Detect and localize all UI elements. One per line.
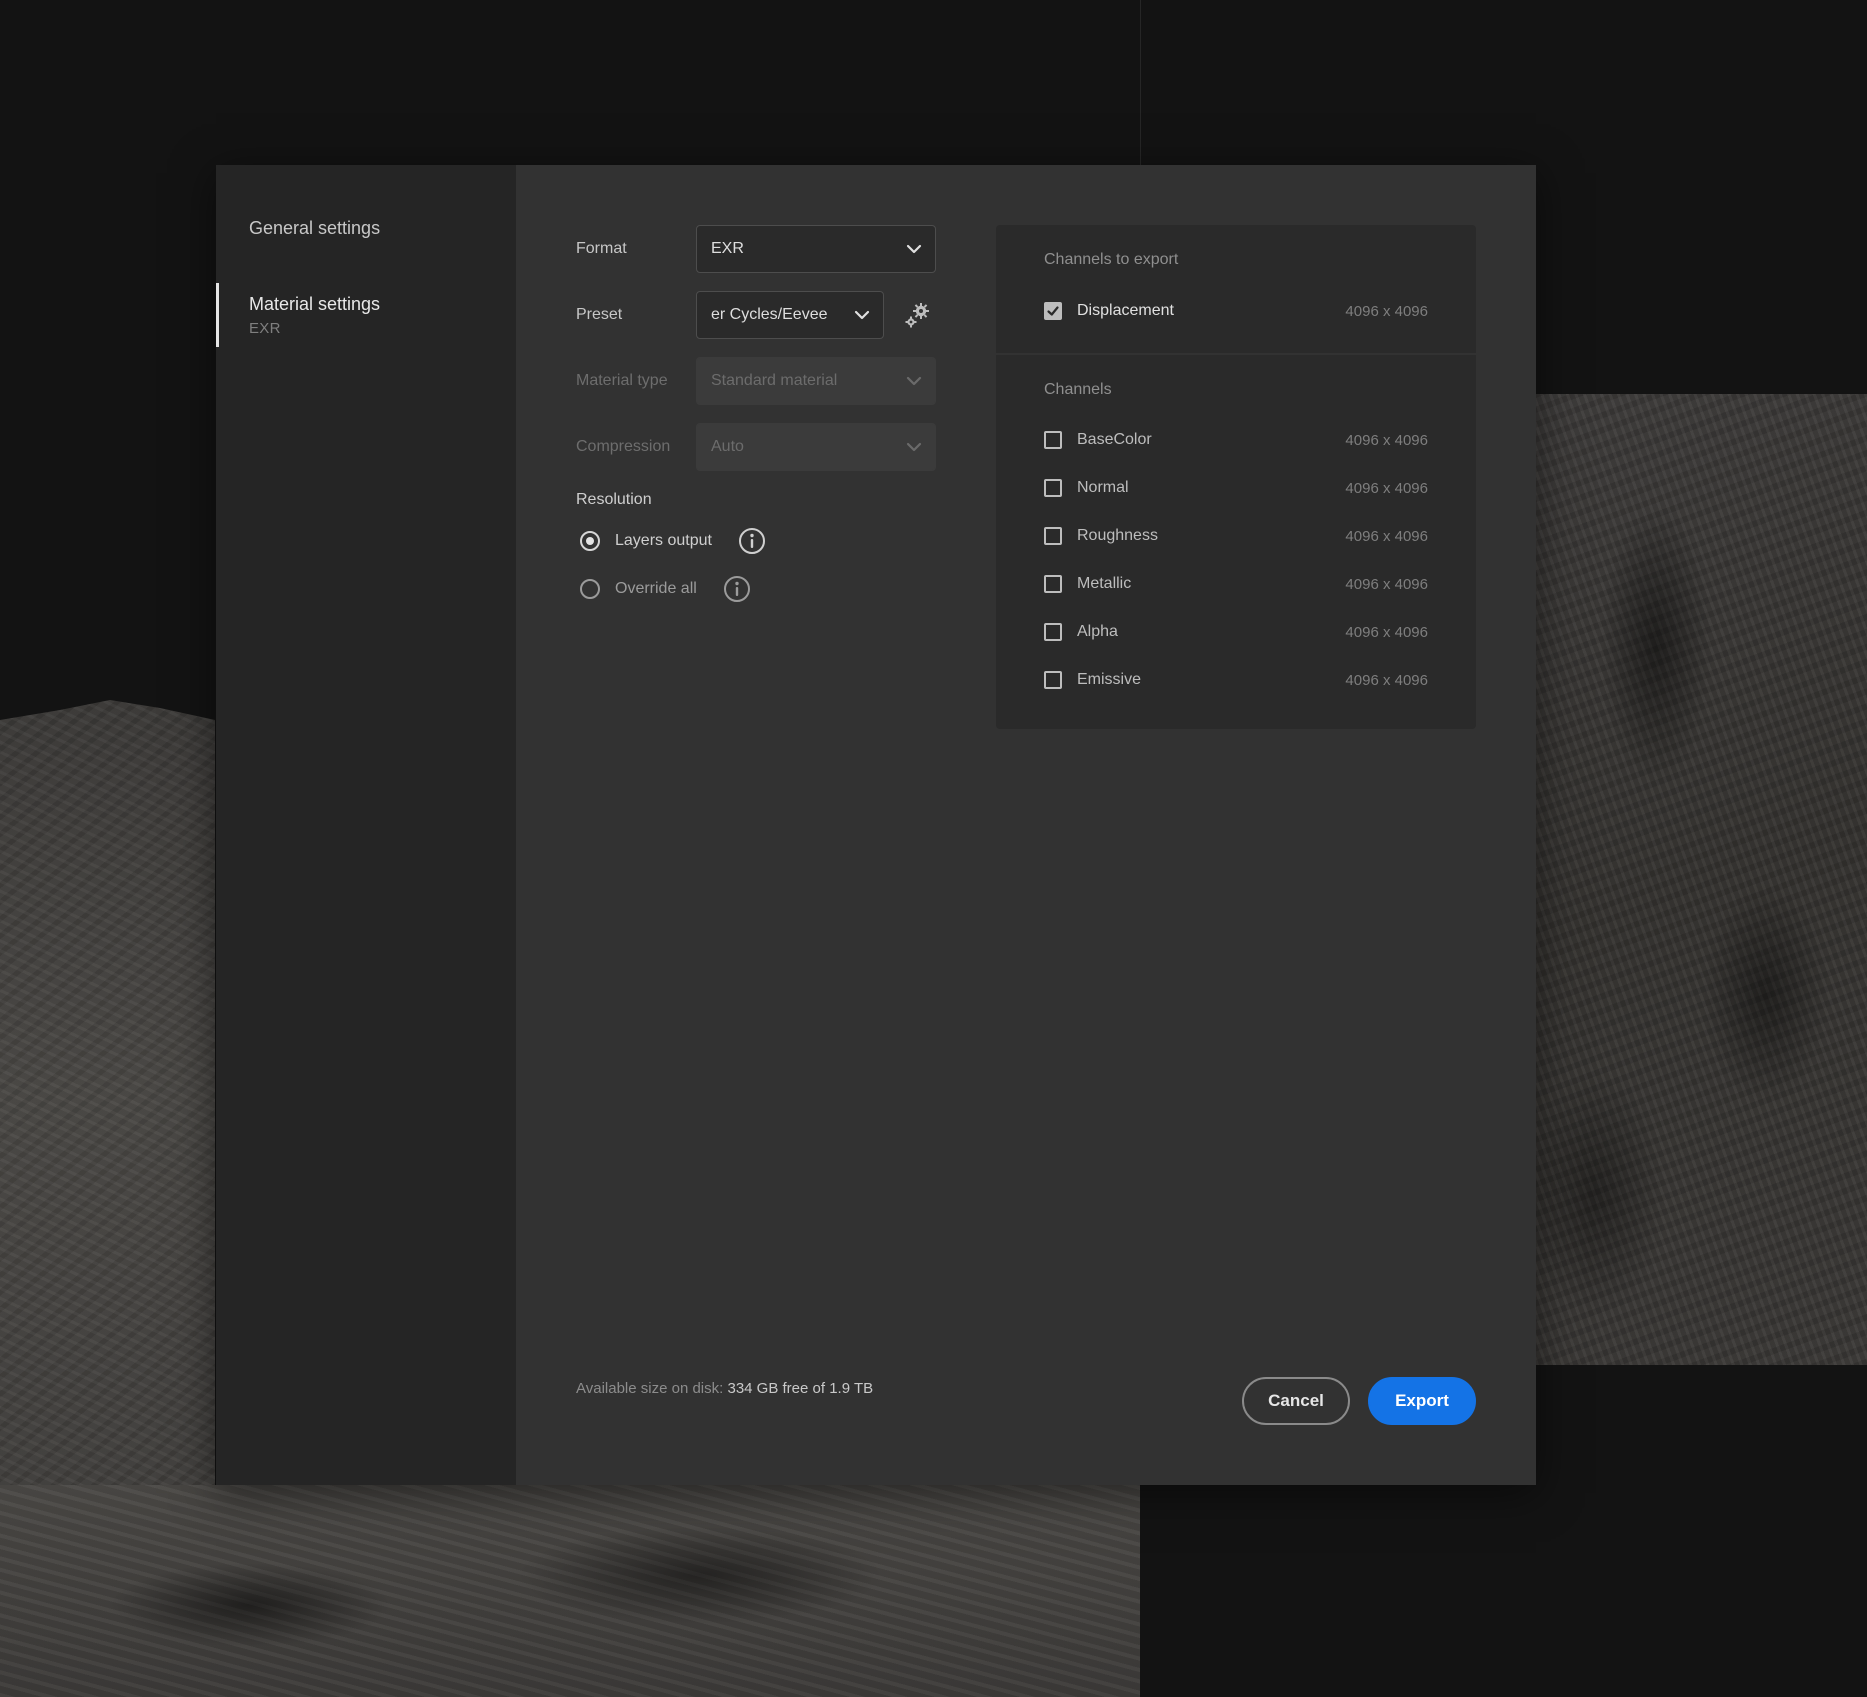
channel-name: Normal bbox=[1077, 479, 1129, 496]
channel-left: Normal bbox=[1044, 479, 1129, 497]
channel-name: Displacement bbox=[1077, 302, 1174, 319]
channel-left: Alpha bbox=[1044, 623, 1118, 641]
cancel-button[interactable]: Cancel bbox=[1242, 1377, 1350, 1425]
chevron-down-icon bbox=[906, 442, 922, 452]
disk-space-label: Available size on disk: bbox=[576, 1380, 724, 1397]
channel-name: BaseColor bbox=[1077, 431, 1152, 448]
channel-resolution: 4096 x 4096 bbox=[1345, 623, 1428, 641]
channel-row-basecolor[interactable]: BaseColor 4096 x 4096 bbox=[1044, 416, 1428, 464]
chevron-down-icon bbox=[906, 376, 922, 386]
channel-checkbox[interactable] bbox=[1044, 527, 1062, 545]
material-type-row: Material type Standard material bbox=[576, 357, 936, 405]
channel-checkbox[interactable] bbox=[1044, 479, 1062, 497]
radio-button[interactable] bbox=[580, 531, 600, 551]
check-icon bbox=[1047, 306, 1059, 316]
channel-checkbox[interactable] bbox=[1044, 623, 1062, 641]
radio-layers-output[interactable]: Layers output bbox=[580, 526, 766, 556]
preset-row: Preset er Cycles/Eevee bbox=[576, 291, 936, 339]
compression-value: Auto bbox=[711, 438, 744, 455]
format-label: Format bbox=[576, 240, 627, 257]
settings-sidebar: General settings Material settings EXR bbox=[216, 165, 516, 1485]
channel-checkbox[interactable] bbox=[1044, 575, 1062, 593]
sidebar-item-material-settings[interactable]: Material settings EXR bbox=[216, 283, 516, 347]
disk-space-info: Available size on disk: 334 GB free of 1… bbox=[576, 1380, 873, 1397]
channel-name: Roughness bbox=[1077, 527, 1158, 544]
channel-name: Metallic bbox=[1077, 575, 1132, 592]
panel-divider bbox=[1140, 0, 1141, 170]
channel-resolution: 4096 x 4096 bbox=[1345, 575, 1428, 593]
channels-section: Channels BaseColor 4096 x 4096 Normal 40… bbox=[996, 355, 1476, 704]
channel-checkbox[interactable] bbox=[1044, 302, 1062, 320]
settings-main: Format EXR Preset er Cycles/Eevee Materi… bbox=[516, 165, 1536, 1485]
channel-resolution: 4096 x 4096 bbox=[1345, 302, 1428, 320]
channel-left: BaseColor bbox=[1044, 431, 1152, 449]
channels-to-export-section: Channels to export Displacement 4096 x 4… bbox=[996, 225, 1476, 355]
channel-resolution: 4096 x 4096 bbox=[1345, 527, 1428, 545]
chevron-down-icon bbox=[854, 310, 870, 320]
channel-left: Metallic bbox=[1044, 575, 1131, 593]
channel-left: Roughness bbox=[1044, 527, 1158, 545]
radio-label: Layers output bbox=[615, 532, 712, 549]
info-icon[interactable] bbox=[723, 575, 751, 603]
export-dialog: General settings Material settings EXR F… bbox=[216, 165, 1536, 1485]
channel-row-roughness[interactable]: Roughness 4096 x 4096 bbox=[1044, 512, 1428, 560]
channel-row-displacement[interactable]: Displacement 4096 x 4096 bbox=[1044, 287, 1428, 335]
texture-preview bbox=[1536, 394, 1867, 1365]
material-type-value: Standard material bbox=[711, 372, 838, 389]
channel-row-alpha[interactable]: Alpha 4096 x 4096 bbox=[1044, 608, 1428, 656]
material-type-dropdown: Standard material bbox=[696, 357, 936, 405]
channels-title: Channels bbox=[1044, 381, 1112, 398]
channel-left: Displacement bbox=[1044, 302, 1174, 320]
material-type-label: Material type bbox=[576, 372, 668, 389]
channel-resolution: 4096 x 4096 bbox=[1345, 479, 1428, 497]
sidebar-item-general-settings[interactable]: General settings bbox=[216, 217, 516, 263]
channels-panel: Channels to export Displacement 4096 x 4… bbox=[996, 225, 1476, 729]
channel-checkbox[interactable] bbox=[1044, 671, 1062, 689]
preset-label: Preset bbox=[576, 306, 623, 323]
sidebar-item-label: Material settings bbox=[249, 294, 381, 314]
channel-name: Emissive bbox=[1077, 671, 1142, 688]
channel-resolution: 4096 x 4096 bbox=[1345, 431, 1428, 449]
compression-label: Compression bbox=[576, 438, 671, 455]
chevron-down-icon bbox=[906, 244, 922, 254]
channel-left: Emissive bbox=[1044, 671, 1141, 689]
channel-name: Alpha bbox=[1077, 623, 1118, 640]
channel-row-normal[interactable]: Normal 4096 x 4096 bbox=[1044, 464, 1428, 512]
export-button[interactable]: Export bbox=[1368, 1377, 1476, 1425]
sidebar-item-label: General settings bbox=[249, 218, 381, 238]
radio-override-all[interactable]: Override all bbox=[580, 574, 751, 604]
compression-row: Compression Auto bbox=[576, 423, 936, 471]
3d-viewport-lower bbox=[0, 1485, 1140, 1697]
disk-space-value: 334 GB free of 1.9 TB bbox=[727, 1380, 874, 1397]
sidebar-item-sublabel: EXR bbox=[249, 320, 281, 337]
compression-dropdown: Auto bbox=[696, 423, 936, 471]
channel-row-metallic[interactable]: Metallic 4096 x 4096 bbox=[1044, 560, 1428, 608]
format-value: EXR bbox=[711, 240, 744, 257]
preset-dropdown[interactable]: er Cycles/Eevee bbox=[696, 291, 884, 339]
format-row: Format EXR bbox=[576, 225, 936, 273]
channel-row-emissive[interactable]: Emissive 4096 x 4096 bbox=[1044, 656, 1428, 704]
info-icon[interactable] bbox=[738, 527, 766, 555]
channels-to-export-title: Channels to export bbox=[1044, 251, 1179, 268]
channel-resolution: 4096 x 4096 bbox=[1345, 671, 1428, 689]
resolution-title: Resolution bbox=[576, 491, 652, 508]
channel-checkbox[interactable] bbox=[1044, 431, 1062, 449]
preset-value: er Cycles/Eevee bbox=[711, 306, 828, 323]
radio-label: Override all bbox=[615, 580, 697, 597]
gear-icon[interactable] bbox=[901, 299, 933, 331]
format-dropdown[interactable]: EXR bbox=[696, 225, 936, 273]
radio-button[interactable] bbox=[580, 579, 600, 599]
